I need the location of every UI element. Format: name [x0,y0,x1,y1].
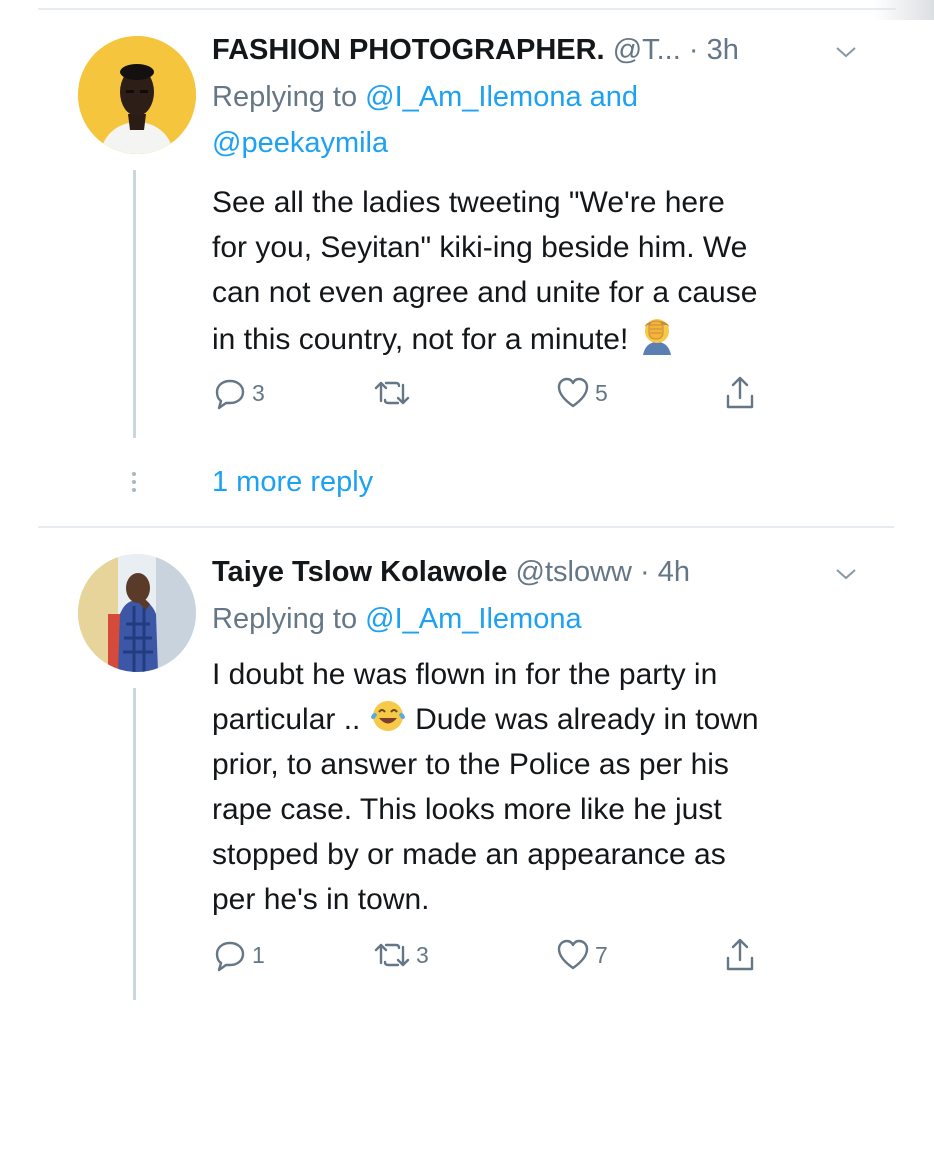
retweet-button[interactable] [372,373,416,413]
share-button[interactable] [722,935,758,975]
tweet-2[interactable]: Taiye Tslow Kolawole @tsloww · 4h Replyi… [0,530,934,1030]
mention-link[interactable]: @I_Am_Ilemona [365,603,581,635]
tweet-text-line: can not even agree and unite for a cause [212,276,758,309]
mention-link[interactable]: @I_Am_Ilemona and [365,81,638,113]
mention-link[interactable]: @peekaymila [212,127,388,159]
tweet-text-line: per he's in town. [212,883,430,916]
reply-icon [215,379,245,410]
tweet-text-line: in this country, not for a minute! [212,315,892,362]
tweet-divider [38,526,894,528]
tweet-text: I doubt he was flown in for the party in… [212,652,892,922]
like-count: 5 [595,379,608,406]
timestamp[interactable]: 4h [658,556,690,588]
like-icon [557,939,589,970]
avatar-photo [78,36,196,154]
like-icon [557,377,589,408]
like-button[interactable]: 7 [555,935,608,975]
share-button[interactable] [722,373,758,413]
replying-prefix: Replying to [212,603,358,635]
like-button[interactable]: 5 [555,373,608,413]
replying-prefix: Replying to [212,81,358,113]
replying-to: Replying to @I_Am_Ilemona [212,596,752,642]
reply-icon [215,941,245,972]
facepalm-emoji [642,319,671,355]
retweet-icon [374,943,410,967]
handle[interactable]: @tsloww [516,556,632,588]
tweet-text-line: stopped by or made an appearance as [212,838,726,871]
like-count: 7 [595,941,608,968]
display-name[interactable]: Taiye Tslow Kolawole [212,556,507,588]
tweet-text-line: See all the ladies tweeting "We're here [212,186,725,219]
tweet-text-line: prior, to answer to the Police as per hi… [212,748,729,781]
tweet-text-segment: Dude was already in town [415,703,759,736]
timestamp[interactable]: 3h [707,34,739,66]
tweet-text-line: I doubt he was flown in for the party in [212,658,718,691]
separator-dot: · [688,34,699,66]
tweet-text-line: for you, Seyitan" kiki-ing beside him. W… [212,231,748,264]
reply-count: 1 [252,941,265,968]
tweet-1[interactable]: FASHION PHOTOGRAPHER. @T... · 3h Replyin… [0,0,934,520]
tears-of-joy-emoji [370,701,405,731]
display-name[interactable]: FASHION PHOTOGRAPHER. [212,34,605,66]
tweet-header: FASHION PHOTOGRAPHER. @T... · 3h [212,34,864,67]
more-replies-dots [129,472,139,496]
chevron-down-icon[interactable] [834,40,858,64]
reply-button[interactable]: 3 [212,373,265,413]
avatar[interactable] [78,554,196,672]
retweet-icon [374,381,410,405]
chevron-down-icon[interactable] [834,562,858,586]
tweet-text-line: particular .. Dude was already in town [212,697,892,742]
tweet-text-segment: particular .. [212,703,361,736]
retweet-button[interactable]: 3 [372,935,429,975]
thread-line [133,170,136,438]
tweet-actions: 3 5 [212,373,772,413]
tweet-text: See all the ladies tweeting "We're here … [212,180,892,362]
share-icon [726,938,754,971]
tweet-text-segment: in this country, not for a minute! [212,323,629,356]
separator-dot: · [640,556,650,588]
replying-to: Replying to @I_Am_Ilemona and @peekaymil… [212,74,752,166]
more-replies-link[interactable]: 1 more reply [212,466,373,499]
retweet-count: 3 [416,941,429,968]
tweet-header: Taiye Tslow Kolawole @tsloww · 4h [212,556,864,589]
tweet-text-line: rape case. This looks more like he just [212,793,722,826]
handle[interactable]: @T... [613,34,681,66]
tweet-actions: 1 3 7 [212,935,772,975]
avatar[interactable] [78,36,196,154]
thread-line [133,688,136,1000]
reply-button[interactable]: 1 [212,935,265,975]
avatar-photo [78,554,196,672]
reply-count: 3 [252,379,265,406]
share-icon [726,376,754,409]
